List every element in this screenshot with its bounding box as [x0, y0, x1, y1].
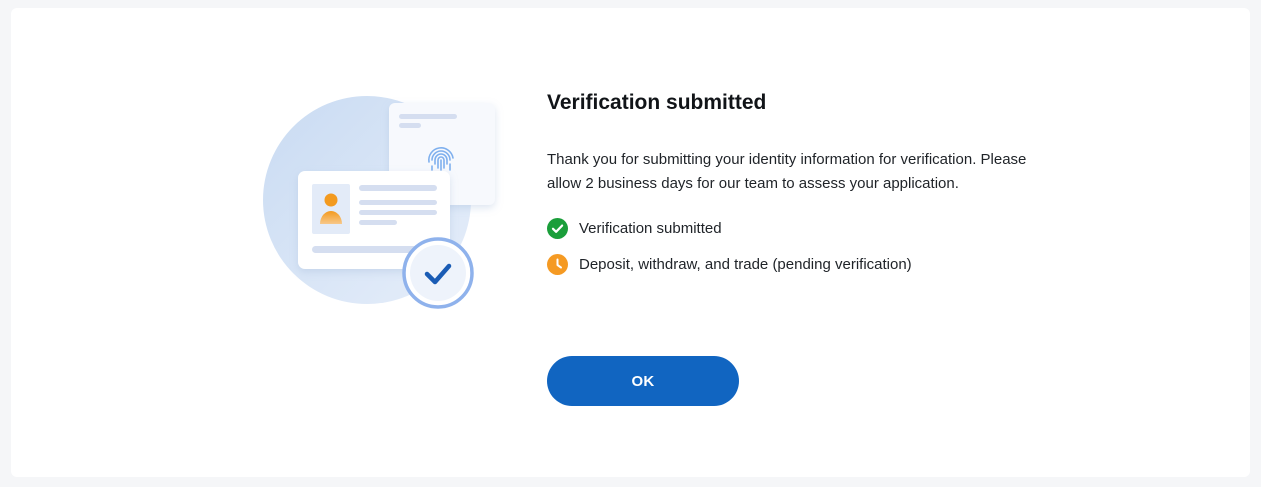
verification-card: Verification submitted Thank you for sub…: [11, 8, 1250, 477]
id-verification-illustration: [251, 88, 511, 318]
status-item-submitted: Verification submitted: [547, 216, 1067, 240]
dialog-content: Verification submitted Thank you for sub…: [547, 88, 1067, 406]
clock-icon: [547, 253, 568, 275]
ok-button[interactable]: OK: [547, 356, 739, 406]
dialog-title: Verification submitted: [547, 91, 767, 114]
status-label-submitted: Verification submitted: [579, 219, 722, 237]
check-circle-icon: [547, 217, 568, 239]
status-list: Verification submitted Deposit, withdraw…: [547, 216, 1067, 276]
status-label-pending: Deposit, withdraw, and trade (pending ve…: [579, 255, 912, 273]
dialog-description: Thank you for submitting your identity i…: [547, 151, 1027, 192]
status-item-pending: Deposit, withdraw, and trade (pending ve…: [547, 252, 1067, 276]
id-card-illustration-icon: [263, 96, 495, 309]
